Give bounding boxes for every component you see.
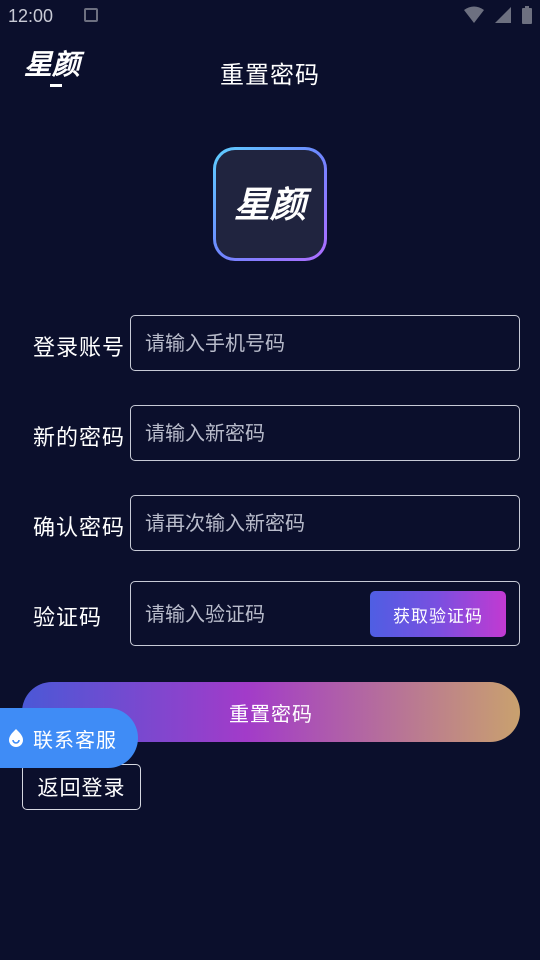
contact-support-label: 联系客服 (33, 727, 117, 752)
confirm-password-row: 确认密码 (0, 495, 540, 551)
notification-icon (84, 8, 98, 22)
status-icons (464, 6, 532, 24)
account-label: 登录账号 (33, 336, 126, 361)
account-row: 登录账号 (0, 315, 540, 371)
get-code-button[interactable]: 获取验证码 (370, 591, 506, 637)
new-password-label: 新的密码 (33, 426, 126, 451)
back-to-login-button[interactable]: 返回登录 (22, 764, 141, 810)
app-logo-text: 星颜 (234, 185, 312, 226)
code-label: 验证码 (33, 606, 103, 631)
account-input[interactable] (145, 316, 485, 370)
signal-icon (495, 7, 511, 23)
confirm-password-input[interactable] (145, 496, 485, 550)
new-password-row: 新的密码 (0, 405, 540, 461)
confirm-password-field-box[interactable] (130, 495, 520, 551)
support-icon (9, 729, 23, 747)
wifi-icon (464, 6, 484, 23)
code-row: 验证码 获取验证码 (0, 581, 540, 646)
confirm-password-label: 确认密码 (33, 516, 126, 541)
new-password-input[interactable] (145, 406, 485, 460)
code-input[interactable] (145, 582, 365, 645)
status-time: 12:00 (8, 6, 54, 26)
page-title: 重置密码 (220, 61, 320, 89)
account-field-box[interactable] (130, 315, 520, 371)
code-field-box[interactable]: 获取验证码 (130, 581, 520, 646)
new-password-field-box[interactable] (130, 405, 520, 461)
contact-support-button[interactable]: 联系客服 (0, 708, 138, 768)
battery-icon (522, 6, 532, 24)
status-bar: 12:00 (0, 0, 540, 36)
app-logo: 星颜 (213, 147, 327, 261)
